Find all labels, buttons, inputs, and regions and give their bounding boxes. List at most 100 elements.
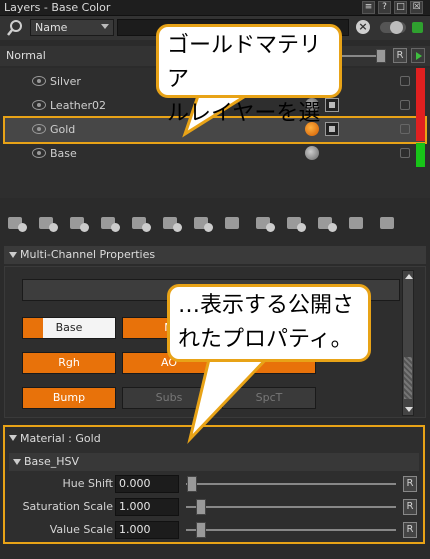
channel-indicator-green (416, 143, 425, 167)
collapse-triangle-icon (13, 459, 21, 465)
callout-bottom-tail (187, 355, 273, 445)
channel-base-button[interactable]: Base (22, 317, 116, 339)
glyph (380, 217, 394, 229)
channel-swatch (23, 353, 43, 373)
hue-shift-slider-handle[interactable] (187, 476, 198, 492)
grid-view-icon[interactable] (378, 214, 400, 234)
channel-settings-icon[interactable] (347, 214, 369, 234)
hue-shift-field[interactable]: 0.000 (115, 475, 179, 493)
collapse-triangle-icon (9, 435, 17, 441)
plus-icon (111, 223, 120, 232)
plus-icon (204, 223, 213, 232)
saturation-scale-slider-handle[interactable] (195, 499, 206, 515)
channel-roughness-button[interactable]: Rgh (22, 352, 116, 374)
visibility-eye-icon[interactable] (32, 124, 46, 134)
channel-label: Subs (155, 391, 183, 404)
layer-row-base[interactable]: Base (5, 142, 425, 166)
callout-line: ゴールドマテリア (167, 33, 322, 92)
glyph (349, 217, 363, 229)
plus-icon (18, 223, 27, 232)
opacity-reset-button[interactable]: R (393, 48, 407, 63)
add-paint-layer-icon[interactable] (37, 214, 59, 234)
channel-bump-button[interactable]: Bump (22, 387, 116, 409)
value-scale-reset-button[interactable]: R (403, 522, 417, 538)
section-title: Multi-Channel Properties (20, 248, 156, 261)
plus-icon (80, 223, 89, 232)
add-mask-icon[interactable] (161, 214, 183, 234)
channel-label: Rgh (58, 356, 80, 369)
callout-select-gold-layer: ゴールドマテリア ルレイヤーを選 (156, 24, 342, 126)
value-scale-field[interactable]: 1.000 (115, 521, 179, 539)
visibility-eye-icon[interactable] (32, 148, 46, 158)
channel-swatch (23, 318, 43, 338)
channel-swatch (23, 388, 43, 408)
param-row-hue-shift: Hue Shift 0.000 R (5, 473, 423, 495)
clear-search-icon[interactable]: × (356, 20, 370, 34)
group-title: Base_HSV (24, 455, 80, 468)
saturation-scale-reset-button[interactable]: R (403, 499, 417, 515)
hue-shift-reset-button[interactable]: R (403, 476, 417, 492)
saturation-scale-slider-track[interactable] (186, 506, 396, 508)
saturation-scale-field[interactable]: 1.000 (115, 498, 179, 516)
layer-effects-icon[interactable] (316, 214, 338, 234)
scroll-thumb[interactable] (404, 357, 412, 399)
channel-label: Bump (52, 391, 86, 404)
callout-line: ルレイヤーを選 (167, 101, 321, 126)
material-title: Material : Gold (20, 432, 101, 445)
help-icon[interactable]: ? (378, 1, 391, 14)
value-scale-slider-handle[interactable] (195, 522, 206, 538)
play-button[interactable] (411, 48, 425, 63)
search-field-select[interactable]: Name (30, 19, 114, 36)
remove-layer-icon[interactable] (285, 214, 307, 234)
layer-name: Base (50, 147, 77, 160)
plus-icon (266, 223, 275, 232)
paint-palette-icon (305, 146, 319, 160)
callout-line: れたプロパティ。 (178, 327, 353, 352)
add-procedural-layer-icon[interactable] (99, 214, 121, 234)
search-field-select-label: Name (35, 21, 68, 34)
param-row-saturation-scale: Saturation Scale 1.000 R (5, 496, 423, 518)
add-fill-layer-icon[interactable] (68, 214, 90, 234)
add-adjustment-layer-icon[interactable] (130, 214, 152, 234)
add-material-layer-icon[interactable] (6, 214, 28, 234)
blend-mode-select[interactable]: Normal (4, 48, 174, 64)
status-indicator (412, 22, 423, 33)
lock-icon[interactable] (400, 124, 410, 134)
layer-name: Gold (50, 123, 76, 136)
lock-icon[interactable] (400, 100, 410, 110)
hue-shift-slider-track[interactable] (186, 483, 396, 485)
param-label: Value Scale (49, 523, 113, 536)
plus-icon (328, 223, 337, 232)
lock-icon[interactable] (400, 76, 410, 86)
base-hsv-group-header[interactable]: Base_HSV (9, 453, 419, 471)
window-title: Layers - Base Color (4, 1, 111, 14)
glyph (225, 217, 239, 229)
value-scale-slider-track[interactable] (186, 529, 396, 531)
channel-indicator-red (416, 68, 425, 141)
filter-toggle[interactable] (380, 21, 406, 34)
layer-toolbar (0, 210, 430, 240)
duplicate-layer-icon[interactable] (254, 214, 276, 234)
close-icon[interactable]: ☒ (410, 1, 423, 14)
collapse-triangle-icon (9, 252, 17, 258)
lock-icon[interactable] (400, 148, 410, 158)
properties-scrollbar[interactable] (402, 270, 414, 416)
align-layers-icon[interactable] (223, 214, 245, 234)
callout-exposed-properties: …表示する公開さ れたプロパティ。 (167, 284, 371, 362)
toggle-knob (390, 21, 403, 34)
add-folder-icon[interactable] (192, 214, 214, 234)
param-label: Hue Shift (62, 477, 113, 490)
plus-icon (142, 223, 151, 232)
plus-icon (173, 223, 182, 232)
menu-icon[interactable]: ≡ (362, 1, 375, 14)
visibility-eye-icon[interactable] (32, 76, 46, 86)
search-icon[interactable] (6, 19, 24, 37)
float-icon[interactable]: □ (394, 1, 407, 14)
visibility-eye-icon[interactable] (32, 100, 46, 110)
scroll-up-icon[interactable] (405, 274, 413, 279)
scroll-down-icon[interactable] (405, 407, 413, 412)
minus-icon (297, 223, 306, 232)
multi-channel-properties-header[interactable]: Multi-Channel Properties (4, 246, 426, 264)
plus-icon (49, 223, 58, 232)
opacity-slider-handle[interactable] (376, 49, 386, 63)
